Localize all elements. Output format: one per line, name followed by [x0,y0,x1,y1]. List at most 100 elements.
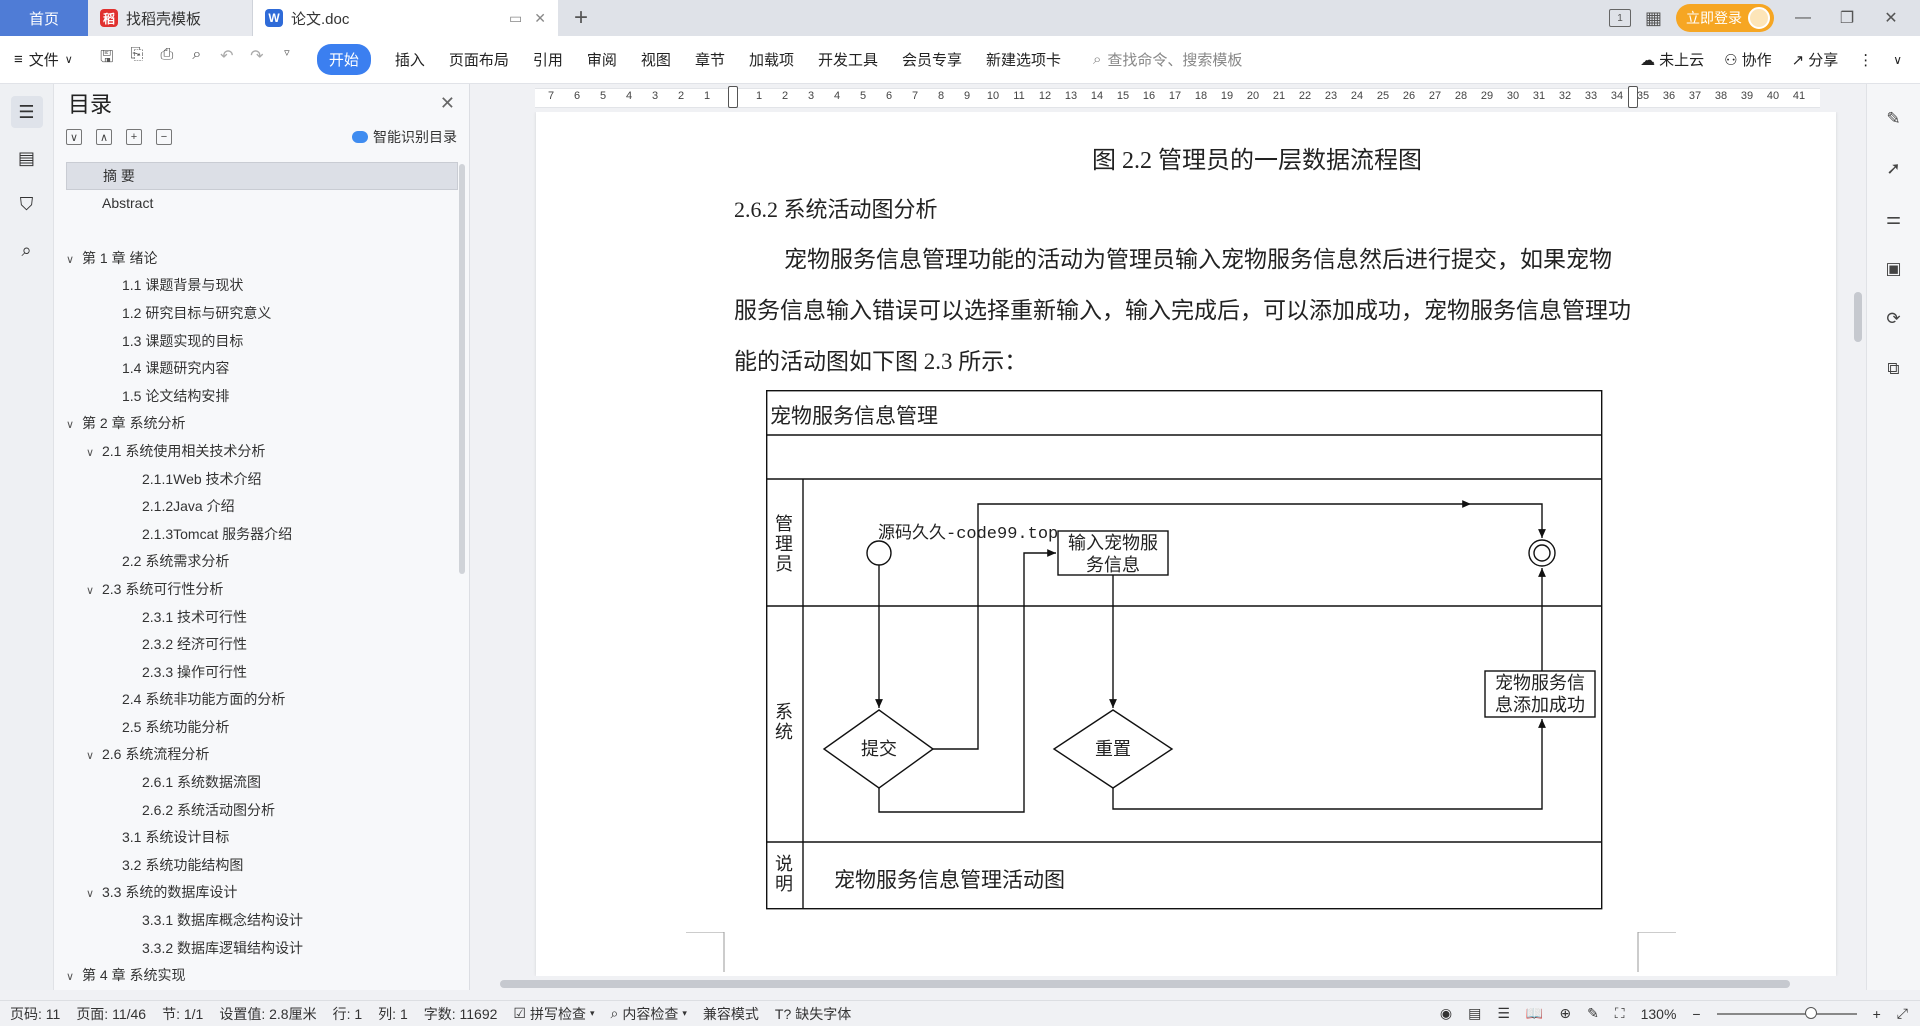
smart-toc-button[interactable]: 智能识别目录 [352,127,457,147]
grid-apps-icon[interactable]: ▦ [1645,8,1662,29]
tab-member[interactable]: 会员专享 [902,49,962,70]
toc-item[interactable]: 3.3.2 数据库逻辑结构设计 [66,935,458,963]
toc-item[interactable]: 3.1 系统设计目标 [66,824,458,852]
print-icon[interactable]: ⎙ [157,46,177,73]
undo-icon[interactable]: ↶ [217,46,237,73]
quick-access-more-icon[interactable]: ▿ [277,46,297,73]
chevron-down-icon[interactable]: ∨ [66,247,82,275]
tab-addins[interactable]: 加载项 [749,49,794,70]
bookmark-icon[interactable]: ⛉ [11,188,43,220]
status-section[interactable]: 节: 1/1 [162,1004,203,1024]
chapter-nav-icon[interactable]: ▤ [11,142,43,174]
outline-view-icon[interactable]: ☰ [1497,1005,1510,1022]
horizontal-ruler[interactable]: 7 6 5 4 3 2 1 1 2 3 4 5 6 7 8 9 10 11 12 13 14 15 16 17 18 19 20 21… [470,84,1850,112]
vertical-scrollbar[interactable] [1850,112,1866,976]
zoom-level[interactable]: 130% [1641,1006,1677,1022]
toc-item[interactable]: 1.5 论文结构安排 [66,383,458,411]
login-button[interactable]: 立即登录 [1676,4,1774,32]
expand-all-icon[interactable]: ∨ [66,129,82,145]
save-icon[interactable]: 🖫 [97,46,117,73]
tab-close-icon[interactable]: ✕ [534,10,546,27]
toc-item[interactable]: ∨ 第 4 章 系统实现 [66,962,458,990]
status-setting[interactable]: 设置值: 2.8厘米 [219,1004,316,1024]
toc-item[interactable]: 2.6.1 系统数据流图 [66,769,458,797]
tab-chapter[interactable]: 章节 [695,49,725,70]
document-canvas[interactable]: 图 2.2 管理员的一层数据流程图 2.6.2 系统活动图分析 宠物服务信息管理… [470,112,1850,976]
add-heading-icon[interactable]: + [126,129,142,145]
toc-item[interactable]: 2.2 系统需求分析 [66,548,458,576]
share-button[interactable]: ↗ 分享 [1792,49,1839,70]
write-view-icon[interactable]: ✎ [1587,1005,1599,1022]
tab-insert[interactable]: 插入 [395,49,425,70]
tab-float-icon[interactable]: ▭ [509,10,522,27]
print-preview-icon[interactable]: ⌕ [187,46,207,73]
eye-protect-icon[interactable]: ◉ [1440,1005,1452,1022]
indent-marker-left[interactable] [728,86,738,108]
collapse-all-icon[interactable]: ∧ [96,129,112,145]
toc-item[interactable]: 3.2 系统功能结构图 [66,852,458,880]
zoom-out-icon[interactable]: − [1692,1006,1700,1022]
toc-scrollbar[interactable] [459,164,465,574]
cloud-status-button[interactable]: ☁ 未上云 [1640,49,1704,70]
chevron-down-icon[interactable]: ∨ [86,578,102,606]
zoom-in-icon[interactable]: + [1873,1006,1881,1022]
chevron-down-icon[interactable]: ∨ [66,412,82,440]
toc-item[interactable]: ∨ 第 1 章 绪论 [66,245,458,273]
tab-start[interactable]: 开始 [316,44,371,75]
toc-item[interactable]: 1.2 研究目标与研究意义 [66,300,458,328]
toc-item[interactable]: 2.1.3Tomcat 服务器介绍 [66,521,458,549]
search-icon[interactable]: ⌕ [11,234,43,266]
tab-home[interactable]: 首页 [0,0,88,36]
toc-item[interactable]: 2.1.2Java 介绍 [66,493,458,521]
image-tool-icon[interactable]: ▣ [1879,254,1909,284]
status-page-code[interactable]: 页码: 11 [10,1004,60,1024]
cursor-icon[interactable]: ➚ [1879,154,1909,184]
new-tab-button[interactable]: + [558,0,604,36]
command-search[interactable]: ⌕ 查找命令、搜索模板 [1093,49,1242,70]
ai-assistant-icon[interactable]: ⟳ [1879,304,1909,334]
toc-item[interactable]: ∨ 2.6 系统流程分析 [66,741,458,769]
collapse-ribbon-icon[interactable]: ∨ [1893,53,1902,67]
chevron-down-icon[interactable]: ∨ [86,440,102,468]
zoom-slider-knob[interactable] [1804,1006,1817,1019]
pen-icon[interactable]: ✎ [1879,104,1909,134]
toc-item[interactable]: 2.6.2 系统活动图分析 [66,797,458,825]
chevron-down-icon[interactable]: ∨ [66,964,82,992]
tab-references[interactable]: 引用 [533,49,563,70]
toc-item[interactable]: 2.3.2 经济可行性 [66,631,458,659]
spell-check-button[interactable]: ☑ 拼写检查 ▾ [513,1004,594,1024]
missing-font-button[interactable]: T? 缺失字体 [775,1004,851,1024]
fit-page-icon[interactable]: ⛶ [1615,1005,1625,1022]
tab-developer[interactable]: 开发工具 [818,49,878,70]
zoom-slider[interactable] [1716,1006,1857,1019]
document-page[interactable]: 图 2.2 管理员的一层数据流程图 2.6.2 系统活动图分析 宠物服务信息管理… [536,112,1836,976]
file-menu-button[interactable]: ≡ 文件 ∨ [14,49,73,70]
status-row[interactable]: 行: 1 [333,1004,363,1024]
horizontal-scroll-thumb[interactable] [500,980,1790,988]
status-page[interactable]: 页面: 11/46 [76,1004,146,1024]
toc-item[interactable]: 2.3.1 技术可行性 [66,604,458,632]
indent-marker-right[interactable] [1628,86,1638,108]
read-mode-icon[interactable]: 1 [1608,9,1631,27]
toc-item[interactable]: 2.3.3 操作可行性 [66,659,458,687]
read-view-icon[interactable]: 📖 [1526,1005,1543,1022]
chevron-down-icon[interactable]: ∨ [86,881,102,909]
toc-item[interactable]: ∨ 2.3 系统可行性分析 [66,576,458,604]
content-check-button[interactable]: ⌕ 内容检查 ▾ [611,1004,687,1024]
status-words[interactable]: 字数: 11692 [424,1004,498,1024]
toc-item[interactable]: 1.1 课题背景与现状 [66,272,458,300]
toc-panel-icon[interactable]: ☰ [10,96,43,128]
fullscreen-icon[interactable]: ⤢ [1897,1005,1908,1022]
page-view-icon[interactable]: ▤ [1468,1005,1481,1022]
toc-item[interactable]: ∨ 3.3 系统的数据库设计 [66,879,458,907]
status-col[interactable]: 列: 1 [378,1004,408,1024]
tab-template[interactable]: 稻 找稻壳模板 [88,0,253,36]
toc-item[interactable]: 2.4 系统非功能方面的分析 [66,686,458,714]
toc-item[interactable]: 3.3.1 数据库概念结构设计 [66,907,458,935]
adjust-icon[interactable]: ⚌ [1879,204,1909,234]
close-icon[interactable]: ✕ [440,93,455,114]
toc-item[interactable]: Abstract [66,190,458,218]
tab-review[interactable]: 审阅 [587,49,617,70]
redo-icon[interactable]: ↷ [247,46,267,73]
tab-page-layout[interactable]: 页面布局 [449,49,509,70]
